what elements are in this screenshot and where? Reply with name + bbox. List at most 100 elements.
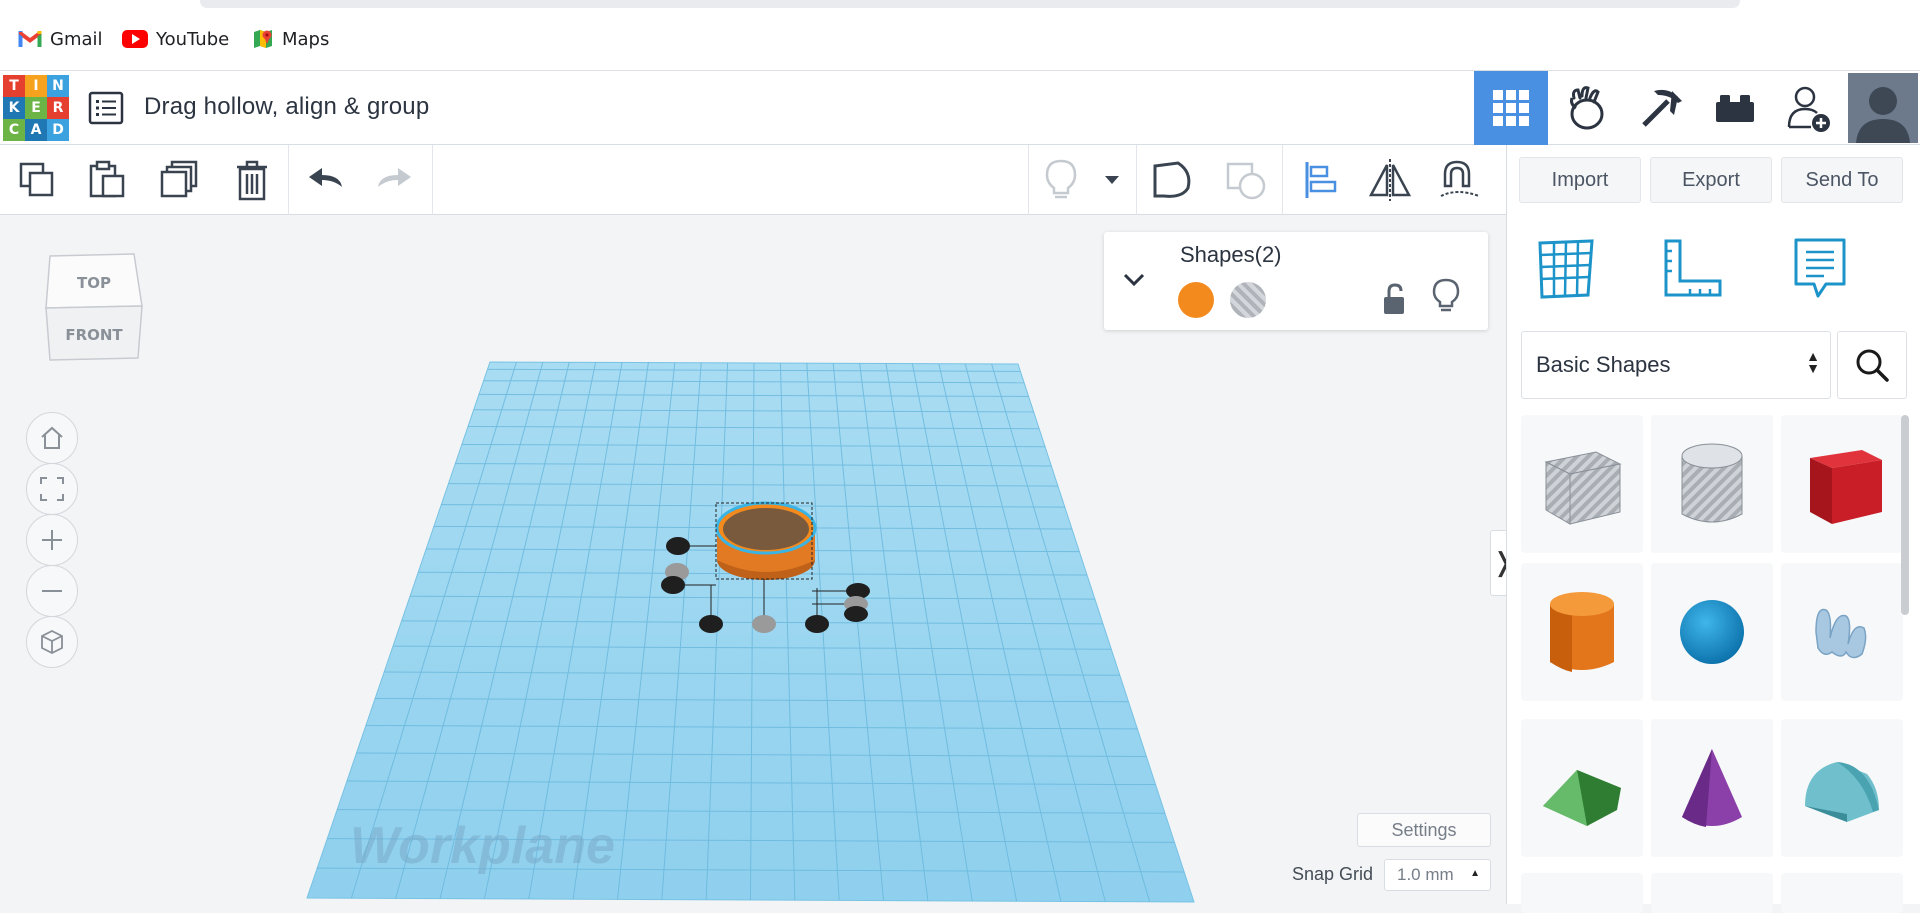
category-label: Basic Shapes (1536, 352, 1671, 377)
zoom-out-button[interactable] (26, 565, 78, 617)
avatar[interactable] (1846, 71, 1920, 145)
shape-scribble[interactable] (1781, 563, 1903, 701)
home-icon (41, 426, 63, 449)
logo-letter: I (25, 75, 47, 97)
cube-icon (41, 629, 63, 655)
redo-icon[interactable] (370, 157, 420, 203)
toolbar-separator (1028, 145, 1029, 215)
3d-design-grid-icon[interactable] (1474, 71, 1548, 145)
snap-grid-select[interactable]: 1.0 mm ▲ (1384, 859, 1491, 891)
shape-box[interactable] (1781, 415, 1903, 553)
panel-scrollbar[interactable] (1901, 415, 1909, 615)
snap-grid-label: Snap Grid (1292, 864, 1374, 884)
shape-sphere[interactable] (1651, 563, 1773, 701)
app-header: T I N K E R C A D Drag hollow, align & g… (0, 71, 1920, 145)
logo-letter: C (3, 119, 25, 141)
caret-up-icon: ▲ (1470, 868, 1480, 879)
shape-box-hole[interactable] (1521, 415, 1643, 553)
logo-letter: N (47, 75, 69, 97)
mirror-icon[interactable] (1365, 157, 1415, 203)
lightbulb-dropdown-icon[interactable] (1090, 157, 1134, 203)
search-icon (1856, 349, 1889, 382)
hide-lightbulb-icon[interactable] (1432, 278, 1462, 316)
logo-letter: A (25, 119, 47, 141)
shapes-panel: Import Export Send To Basic Shapes ▲ ▼ (1506, 145, 1920, 913)
cruise-magnet-icon[interactable] (1435, 157, 1485, 203)
bookmark-maps[interactable]: Maps (252, 26, 329, 52)
design-title[interactable]: Drag hollow, align & group (144, 93, 429, 121)
undo-icon[interactable] (300, 157, 350, 203)
select-arrows-icon: ▲ ▼ (1806, 348, 1820, 376)
viewcube-top-label: TOP (77, 274, 111, 292)
ungroup-icon[interactable] (1222, 157, 1272, 203)
shape-roof[interactable] (1521, 719, 1643, 857)
workplane-label: Workplane (350, 817, 615, 875)
bookmark-label: Maps (282, 28, 330, 50)
fit-icon (40, 477, 64, 501)
copy-icon[interactable] (12, 157, 62, 203)
shape-cylinder[interactable] (1521, 563, 1643, 701)
logo-letter: E (25, 97, 47, 119)
shape-more[interactable] (1781, 873, 1903, 913)
view-cube[interactable]: TOP FRONT (40, 246, 150, 370)
toolbar-separator (288, 145, 289, 215)
add-user-icon[interactable] (1772, 71, 1846, 145)
bookmark-gmail[interactable]: Gmail (18, 26, 103, 52)
shape-cylinder-hole[interactable] (1651, 415, 1773, 553)
minus-icon (42, 590, 62, 592)
workplane-grid-icon[interactable] (1531, 233, 1601, 303)
shape-more[interactable] (1521, 873, 1643, 913)
ruler-icon[interactable] (1658, 233, 1728, 303)
paste-icon[interactable] (82, 157, 132, 203)
bricks-icon[interactable] (1698, 71, 1772, 145)
youtube-icon (122, 30, 148, 48)
bookmark-label: Gmail (50, 28, 103, 50)
search-button[interactable] (1837, 331, 1907, 399)
notes-icon[interactable] (1785, 233, 1855, 303)
toolbar-separator (1282, 145, 1283, 215)
sim-lab-icon[interactable] (1550, 71, 1624, 145)
logo-letter: K (3, 97, 25, 119)
collapse-panel-chevron-icon[interactable]: ❭ (1490, 530, 1506, 596)
shape-more[interactable] (1651, 873, 1773, 913)
home-view-button[interactable] (26, 412, 78, 464)
edit-toolbar (0, 145, 1506, 215)
align-icon[interactable] (1296, 157, 1346, 203)
hole-swatch[interactable] (1230, 282, 1266, 318)
perspective-button[interactable] (26, 616, 78, 668)
export-button[interactable]: Export (1650, 157, 1772, 203)
fit-view-button[interactable] (26, 463, 78, 515)
group-icon[interactable] (1148, 157, 1198, 203)
bookmark-youtube[interactable]: YouTube (122, 26, 229, 52)
zoom-in-button[interactable] (26, 514, 78, 566)
shape-category-select[interactable]: Basic Shapes ▲ ▼ (1521, 331, 1831, 399)
address-bar[interactable] (200, 0, 1740, 8)
viewcube-front-label: FRONT (65, 326, 123, 344)
tinkercad-logo[interactable]: T I N K E R C A D (3, 75, 69, 141)
collapse-chevron-icon[interactable] (1118, 262, 1150, 298)
maps-icon (254, 30, 272, 48)
logo-letter: T (3, 75, 25, 97)
solid-color-swatch[interactable] (1178, 282, 1214, 318)
selected-cylinder[interactable] (715, 501, 817, 580)
snap-grid-value: 1.0 mm (1397, 865, 1454, 884)
import-button[interactable]: Import (1519, 157, 1641, 203)
workplane-viewport[interactable]: Workplane TOP FRONT Shapes(2) Settings S… (0, 216, 1506, 904)
toolbar-separator (1136, 145, 1137, 215)
duplicate-icon[interactable] (155, 157, 205, 203)
plus-icon (42, 530, 62, 550)
unlock-icon[interactable] (1380, 282, 1408, 316)
shape-cone[interactable] (1651, 719, 1773, 857)
delete-icon[interactable] (227, 157, 277, 203)
send-to-button[interactable]: Send To (1781, 157, 1903, 203)
workplane-settings-button[interactable]: Settings (1357, 813, 1491, 847)
bookmark-label: YouTube (156, 28, 230, 50)
inspector-title: Shapes(2) (1180, 242, 1282, 267)
shape-round-roof[interactable] (1781, 719, 1903, 857)
lightbulb-icon[interactable] (1036, 157, 1086, 203)
minecraft-pickaxe-icon[interactable] (1624, 71, 1698, 145)
design-list-icon[interactable] (88, 91, 124, 125)
logo-letter: D (47, 119, 69, 141)
toolbar-separator (432, 145, 433, 215)
bookmarks-bar: Gmail YouTube Maps (0, 0, 1920, 71)
